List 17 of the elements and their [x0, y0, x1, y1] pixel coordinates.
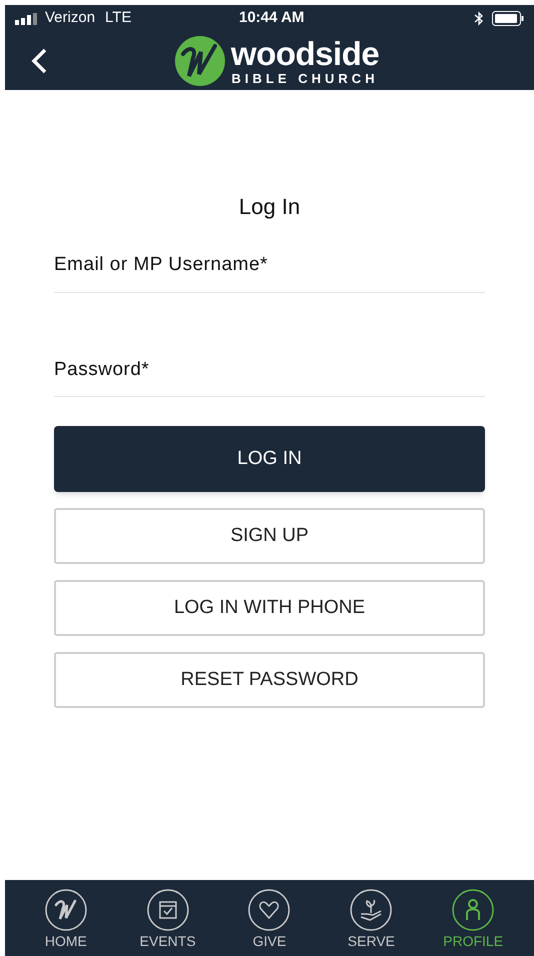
status-time: 10:44 AM [239, 8, 304, 28]
outline-button[interactable]: RESET PASSWORD [54, 652, 485, 708]
outline-button[interactable]: SIGN UP [54, 508, 485, 564]
page-title: Log In [238, 193, 302, 221]
carrier-name: Verizon [45, 8, 96, 28]
tab-button[interactable]: HOME [26, 888, 106, 948]
network-type: LTE [105, 8, 132, 28]
tab-button[interactable]: GIVE [229, 888, 310, 948]
login-button[interactable]: LOG IN [54, 426, 485, 492]
logo-wordmark: woodside [230, 37, 380, 70]
tab-button[interactable]: EVENTS [128, 888, 208, 948]
input-field[interactable]: Password* [54, 356, 485, 397]
logo-tagline: BIBLE CHURCH [232, 72, 378, 85]
input-field[interactable]: Email or MP Username* [54, 251, 485, 292]
tab-button[interactable]: SERVE [331, 888, 412, 948]
outline-button[interactable]: LOG IN WITH PHONE [54, 580, 485, 636]
tab-button[interactable]: PROFILE [433, 888, 514, 948]
